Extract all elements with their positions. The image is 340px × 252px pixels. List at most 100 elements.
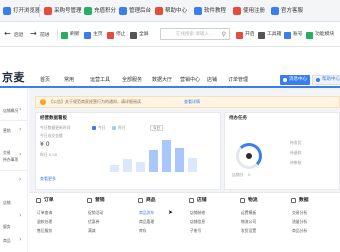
task-item[interactable]: 待审核 <box>290 160 301 165</box>
sidebar-item-shop[interactable]: 店铺 <box>3 200 11 205</box>
menu-column-header[interactable]: 订单 <box>36 196 54 204</box>
topnav-orders[interactable]: 订单管理 <box>228 76 248 84</box>
overview-bar <box>123 159 132 172</box>
topnav-data[interactable]: 数据大厅 <box>152 76 172 84</box>
range-tag[interactable]: 今日 <box>150 125 163 131</box>
sidebar-item-overview[interactable]: 店铺概况 <box>3 108 18 113</box>
sidebar-item-trade[interactable]: 交易 <box>3 150 11 155</box>
chevron-right-icon[interactable]: › <box>19 236 21 244</box>
fav-label: 充值积分 <box>94 8 117 14</box>
topnav-home[interactable]: 首页 <box>40 76 50 84</box>
menu-item[interactable]: 流量分析 <box>292 219 307 224</box>
forward-button[interactable]: 前进 <box>40 32 50 40</box>
menu-item[interactable]: 子账号 <box>190 228 201 233</box>
menu-item[interactable]: 退款处理 <box>37 219 52 224</box>
menu-column-title: 商品 <box>146 197 156 203</box>
menu-item[interactable]: 订单查询 <box>37 210 52 215</box>
home-button[interactable]: 主页 <box>84 30 103 40</box>
chevron-right-icon[interactable]: › <box>19 106 21 114</box>
help-center-button[interactable]: 帮助中心 <box>312 75 340 85</box>
menu-column-header[interactable]: 店铺 <box>189 196 207 204</box>
menu-item[interactable]: 交易分析 <box>292 210 307 215</box>
topnav-marketing[interactable]: 营销中心 <box>180 76 200 84</box>
menu-item[interactable]: 发货设置 <box>241 228 256 233</box>
open-icon <box>236 31 243 39</box>
menu-item[interactable]: 促销活动 <box>88 210 103 215</box>
menu-item[interactable]: 店铺装修 <box>190 210 205 215</box>
chevron-right-icon[interactable]: › <box>19 212 21 220</box>
menu-item[interactable]: 满减 <box>88 228 96 233</box>
topnav-services[interactable]: 全部服务 <box>122 76 142 84</box>
topnav-common[interactable]: 常用 <box>64 76 74 84</box>
browser-window: 打开浏览器 采购号管理 充值积分 管理后台 帮助中心 软件教程 使用注册 官方客… <box>0 0 340 252</box>
modules-icon <box>306 31 313 39</box>
help-icon <box>155 7 163 15</box>
toolbar-label: 主页 <box>93 32 103 37</box>
fav-tutorial[interactable]: 软件教程 <box>194 5 226 17</box>
menu-item[interactable]: 物流公司 <box>241 219 256 224</box>
toolbox-button[interactable]: 工具箱 <box>258 30 281 40</box>
menu-item[interactable]: 优惠券 <box>88 219 99 224</box>
refresh-button[interactable]: 刷新 <box>61 30 80 40</box>
menu-column-header[interactable]: 数据 <box>291 196 309 204</box>
chevron-right-icon[interactable]: › <box>19 126 21 134</box>
fav-open-browser[interactable]: 打开浏览器 <box>3 5 41 17</box>
overview-title: 经营数据看板 <box>40 116 67 121</box>
task-item[interactable]: 待发货 <box>290 140 301 145</box>
menu-column-icon <box>36 197 41 203</box>
toolbar-label: 刷新 <box>70 32 80 37</box>
menu-item[interactable]: 库存 <box>139 228 147 233</box>
search-icon[interactable]: ⚲ <box>222 31 226 38</box>
menu-item[interactable]: 售后服务 <box>37 228 52 233</box>
menu-item[interactable]: 店铺信息 <box>190 219 205 224</box>
chevron-right-icon[interactable]: › <box>19 151 21 159</box>
fav-register[interactable]: 使用注册 <box>233 5 265 17</box>
toolbar-label: 停止 <box>116 32 126 37</box>
account-button[interactable]: 账号 <box>284 30 303 40</box>
menu-column-header[interactable]: 物流 <box>240 196 258 204</box>
app-logo[interactable]: 京麦 <box>2 71 25 85</box>
sidebar-item-marketing[interactable]: 营销 <box>3 128 11 133</box>
topnav-tools[interactable]: 运营工具 <box>90 76 110 84</box>
fav-purchase[interactable]: 采购号管理 <box>44 5 82 17</box>
topnav-shop[interactable]: 店铺 <box>207 76 217 84</box>
menu-column-icon <box>291 197 296 203</box>
fav-admin[interactable]: 管理后台 <box>119 5 151 17</box>
fav-service[interactable]: 官方客服 <box>271 5 303 17</box>
menu-item[interactable]: 商品管理 <box>139 219 154 224</box>
fullscreen-icon <box>130 31 137 39</box>
fullscreen-button[interactable]: 全屏 <box>130 30 149 40</box>
overview-bar <box>162 140 171 172</box>
search-input[interactable]: 在线搜索·请输入... ⚲ <box>160 28 230 40</box>
overview-bar <box>110 165 119 172</box>
menu-item[interactable]: 商品分析 <box>292 228 307 233</box>
sidebar-item-service[interactable]: 服务 <box>3 224 11 229</box>
overview-more-link[interactable]: 查看更多 <box>40 176 56 181</box>
divider <box>57 30 58 40</box>
menu-column-header[interactable]: 商品 <box>138 196 156 204</box>
sidebar-item-todo[interactable]: 待办事项 <box>3 157 18 162</box>
home-icon <box>84 31 91 39</box>
divider <box>39 4 40 17</box>
message-center-button[interactable]: 消息中心 <box>280 75 310 85</box>
service-icon <box>271 7 279 15</box>
tutorial-icon <box>194 7 202 15</box>
menu-item[interactable]: 运费模板 <box>241 210 256 215</box>
back-button[interactable]: 后退 <box>14 32 24 40</box>
modules-button[interactable]: 功能模块 <box>306 30 334 40</box>
toolbar-open-button[interactable]: 开启 <box>236 30 255 40</box>
back-arrow-icon[interactable]: ← <box>4 28 11 40</box>
task-item[interactable]: 待退款 <box>290 150 301 155</box>
fav-label: 打开浏览器 <box>13 8 41 14</box>
chevron-right-icon[interactable]: › <box>19 176 21 184</box>
button-label: 消息中心 <box>289 77 307 82</box>
overview-bar <box>149 150 158 172</box>
forward-arrow-icon[interactable]: → <box>30 28 37 40</box>
stop-button[interactable]: 停止 <box>107 30 126 40</box>
fav-help[interactable]: 帮助中心 <box>155 5 187 17</box>
fav-points[interactable]: 充值积分 <box>84 5 116 17</box>
menu-item[interactable]: 商品发布 <box>139 210 154 215</box>
menu-column-header[interactable]: 营销 <box>87 196 105 204</box>
notice-link[interactable]: 查看详情 <box>184 99 200 105</box>
sidebar-item-goods[interactable]: 商品 <box>3 238 11 243</box>
